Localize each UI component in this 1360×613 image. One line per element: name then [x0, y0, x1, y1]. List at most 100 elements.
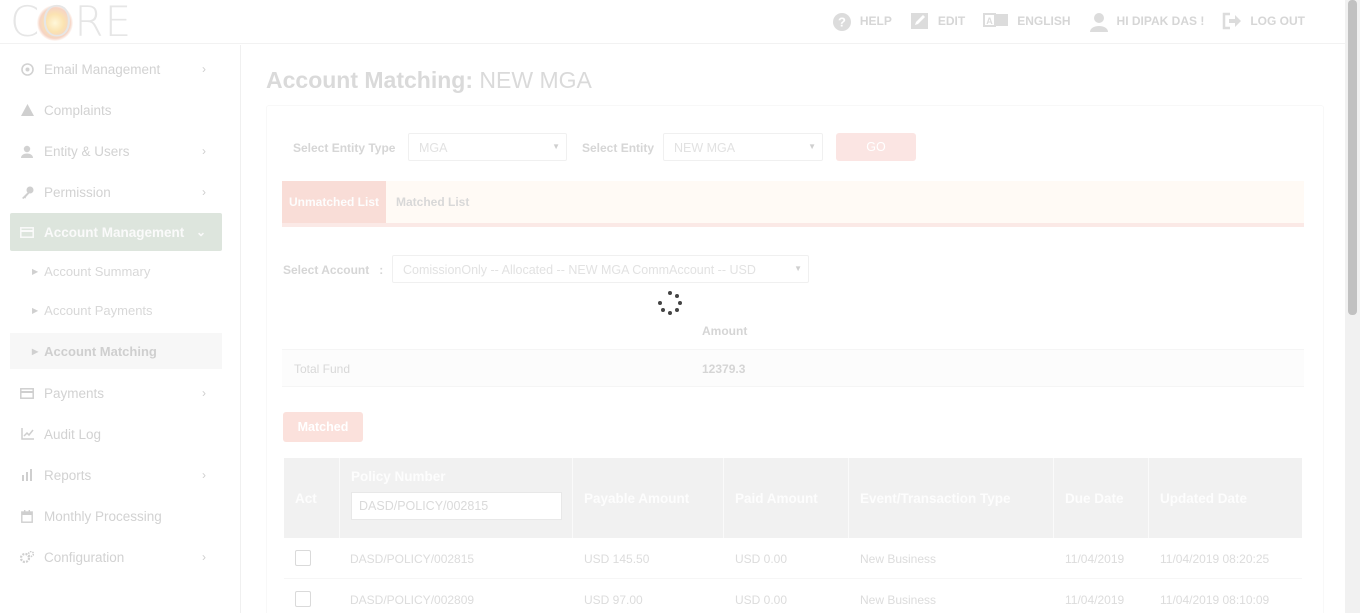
cell-paid: USD 0.00: [735, 552, 788, 566]
sidebar-item-email-management[interactable]: Email Management ›: [10, 50, 222, 88]
user-icon: [20, 144, 34, 158]
sidebar-item-label: Payments: [44, 385, 105, 401]
cell-paid: USD 0.00: [735, 593, 788, 607]
total-fund-row: Total Fund 12379.3: [282, 349, 1304, 387]
sidebar-item-permission[interactable]: Permission ›: [10, 173, 222, 211]
edit-label: EDIT: [937, 14, 966, 28]
logout-label: LOG OUT: [1250, 14, 1305, 28]
tab-matched-list[interactable]: Matched List: [396, 181, 469, 223]
chevron-right-icon: ›: [202, 185, 206, 199]
language-selector[interactable]: A ENGLISH: [983, 12, 1071, 30]
sidebar-item-label: Entity & Users: [44, 143, 130, 159]
amount-header: Amount: [702, 324, 748, 338]
logo-text: CORE: [10, 0, 133, 46]
col-event-type: Event/Transaction Type: [849, 458, 1054, 538]
chevron-down-icon: ⌄: [195, 225, 206, 239]
sidebar-item-label: Monthly Processing: [44, 508, 162, 524]
chevron-right-icon: ›: [202, 144, 206, 158]
cell-due: 11/04/2019: [1065, 593, 1125, 607]
entity-label: Select Entity: [582, 141, 655, 155]
sidebar-item-label: Permission: [44, 184, 111, 200]
dropdown-arrow-icon: ▼: [794, 264, 802, 273]
help-label: HELP: [859, 14, 892, 28]
sidebar-item-label: Complaints: [44, 102, 112, 118]
sidebar-subitem-label: Account Summary: [44, 263, 151, 279]
col-payable-amount: Payable Amount: [573, 458, 724, 538]
sidebar-subitem-account-payments[interactable]: ▶ Account Payments: [10, 292, 222, 328]
dropdown-arrow-icon: ▼: [808, 142, 816, 151]
sidebar-item-reports[interactable]: Reports ›: [10, 456, 222, 494]
row-checkbox[interactable]: [295, 550, 311, 566]
warning-icon: [20, 103, 34, 117]
card-icon: [20, 225, 34, 239]
user-greeting: HI DIPAK DAS !: [1116, 14, 1205, 28]
logout-icon: [1222, 12, 1242, 30]
cell-due: 11/04/2019: [1065, 552, 1125, 566]
edit-link[interactable]: EDIT: [910, 12, 965, 30]
matched-button[interactable]: Matched: [283, 412, 363, 442]
sidebar-item-label: Reports: [44, 467, 92, 483]
sidebar-item-complaints[interactable]: Complaints: [10, 91, 222, 129]
sidebar-item-audit-log[interactable]: Audit Log: [10, 415, 222, 453]
select-account-label: Select Account :: [283, 263, 384, 277]
page-scrollbar[interactable]: [1345, 0, 1360, 613]
sidebar-item-label: Audit Log: [44, 426, 102, 442]
col-due-date: Due Date: [1054, 458, 1149, 538]
sidebar-subitem-label: Account Payments: [44, 302, 153, 318]
account-value: ComissionOnly -- Allocated -- NEW MGA Co…: [403, 263, 756, 277]
account-select[interactable]: ComissionOnly -- Allocated -- NEW MGA Co…: [392, 255, 809, 283]
help-link[interactable]: ? HELP: [832, 12, 892, 31]
cell-policy: DASD/POLICY/002815: [350, 552, 475, 566]
col-policy-number: Policy Number: [340, 458, 573, 538]
core-logo[interactable]: CORE: [10, 0, 133, 46]
sidebar-item-entity-users[interactable]: Entity & Users ›: [10, 132, 222, 170]
entity-type-value: MGA: [419, 141, 448, 155]
col-paid-amount: Paid Amount: [724, 458, 849, 538]
cell-payable: USD 145.50: [584, 552, 650, 566]
page-title-main: Account Matching:: [266, 67, 473, 93]
col-policy-number-label: Policy Number: [351, 469, 446, 484]
help-icon: ?: [832, 12, 852, 31]
key-icon: [20, 185, 34, 199]
cell-payable: USD 97.00: [584, 593, 643, 607]
total-fund-value: 12379.3: [702, 362, 746, 376]
sidebar-subitem-account-matching[interactable]: ▶ Account Matching: [10, 333, 222, 369]
chart-icon: [20, 427, 34, 441]
logout-link[interactable]: LOG OUT: [1222, 12, 1305, 30]
chevron-right-icon: ›: [202, 386, 206, 400]
cell-updated: 11/04/2019 08:20:25: [1160, 552, 1270, 566]
list-tabs: Unmatched List Matched List: [282, 181, 1304, 227]
top-bar: CORE ? HELP EDIT A ENGLISH HI DIPAK DAS …: [0, 0, 1345, 44]
sidebar-subitem-account-summary[interactable]: ▶ Account Summary: [10, 253, 222, 289]
card-icon: [20, 386, 34, 400]
chevron-right-icon: ›: [202, 550, 206, 564]
tab-unmatched-list[interactable]: Unmatched List: [282, 181, 386, 223]
sidebar-item-monthly-processing[interactable]: Monthly Processing: [10, 497, 222, 535]
chevron-right-icon: ›: [202, 468, 206, 482]
edit-icon: [910, 12, 930, 30]
total-fund-label: Total Fund: [294, 362, 351, 376]
entity-select[interactable]: NEW MGA ▼: [663, 133, 823, 161]
svg-text:A: A: [986, 16, 993, 26]
sidebar-item-configuration[interactable]: Configuration ›: [10, 538, 222, 576]
chevron-right-icon: ›: [202, 62, 206, 76]
scrollbar-thumb[interactable]: [1348, 0, 1357, 315]
user-menu[interactable]: HI DIPAK DAS !: [1089, 12, 1205, 32]
main-content: Account Matching: NEW MGA Select Entity …: [241, 45, 1345, 613]
go-button[interactable]: GO: [836, 133, 916, 161]
policy-number-filter-input[interactable]: [351, 492, 562, 520]
at-icon: [20, 62, 34, 76]
row-checkbox[interactable]: [295, 591, 311, 607]
sidebar-subitem-label: Account Matching: [44, 343, 157, 359]
sidebar-item-payments[interactable]: Payments ›: [10, 374, 222, 412]
language-label: ENGLISH: [1017, 14, 1071, 28]
sidebar-item-label: Account Management: [44, 224, 185, 240]
top-nav: ? HELP EDIT A ENGLISH HI DIPAK DAS ! LOG…: [832, 12, 1305, 32]
calendar-icon: [20, 509, 34, 523]
caret-right-icon: ▶: [32, 346, 39, 356]
sidebar-item-account-management[interactable]: Account Management ⌄: [10, 213, 222, 251]
language-icon: A: [983, 12, 1009, 30]
user-icon: [1089, 12, 1109, 32]
svg-text:?: ?: [838, 15, 846, 30]
entity-type-select[interactable]: MGA ▼: [408, 133, 567, 161]
